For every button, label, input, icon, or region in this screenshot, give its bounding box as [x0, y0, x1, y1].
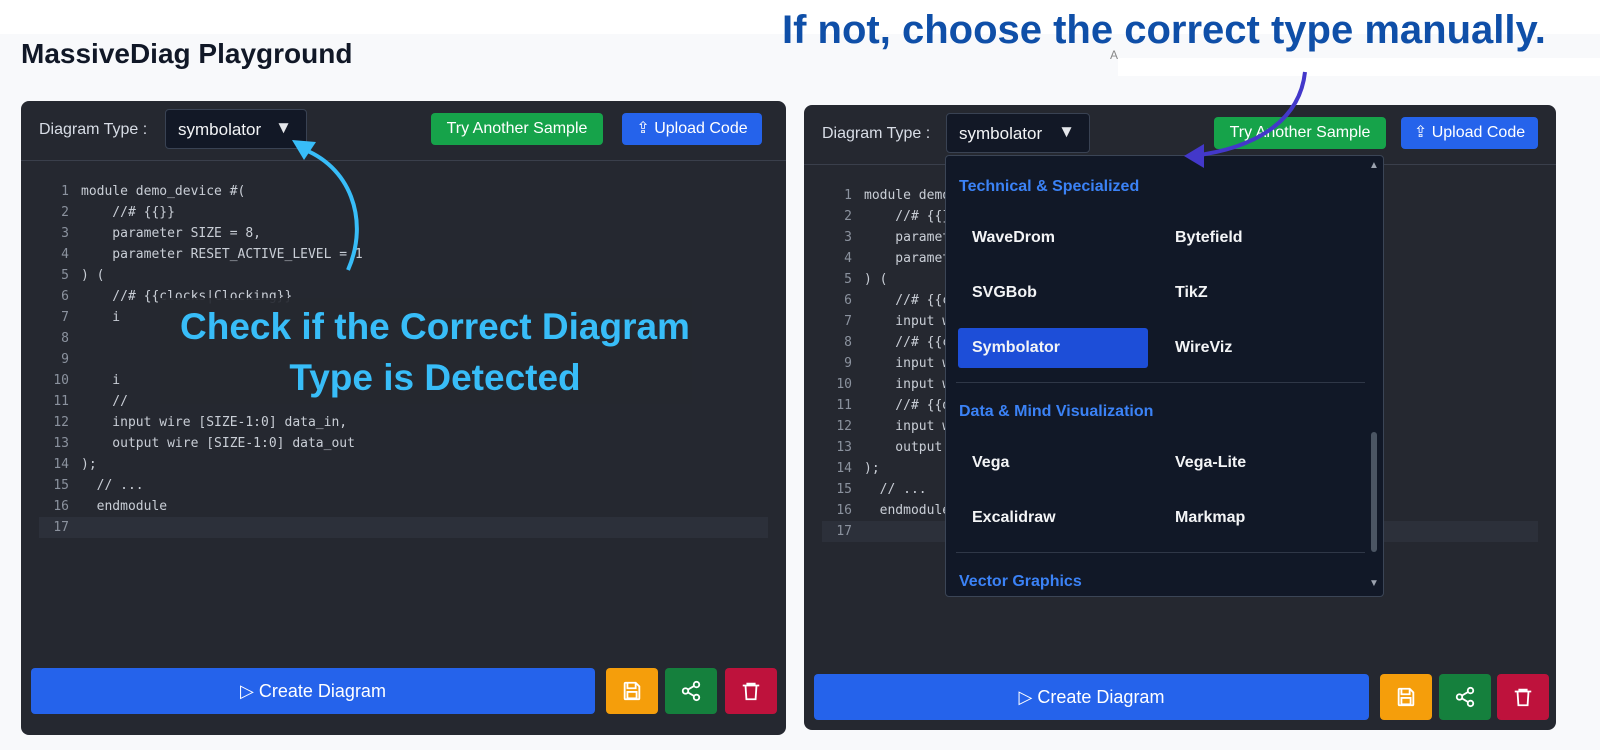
curved-arrow-icon: [292, 71, 1307, 271]
